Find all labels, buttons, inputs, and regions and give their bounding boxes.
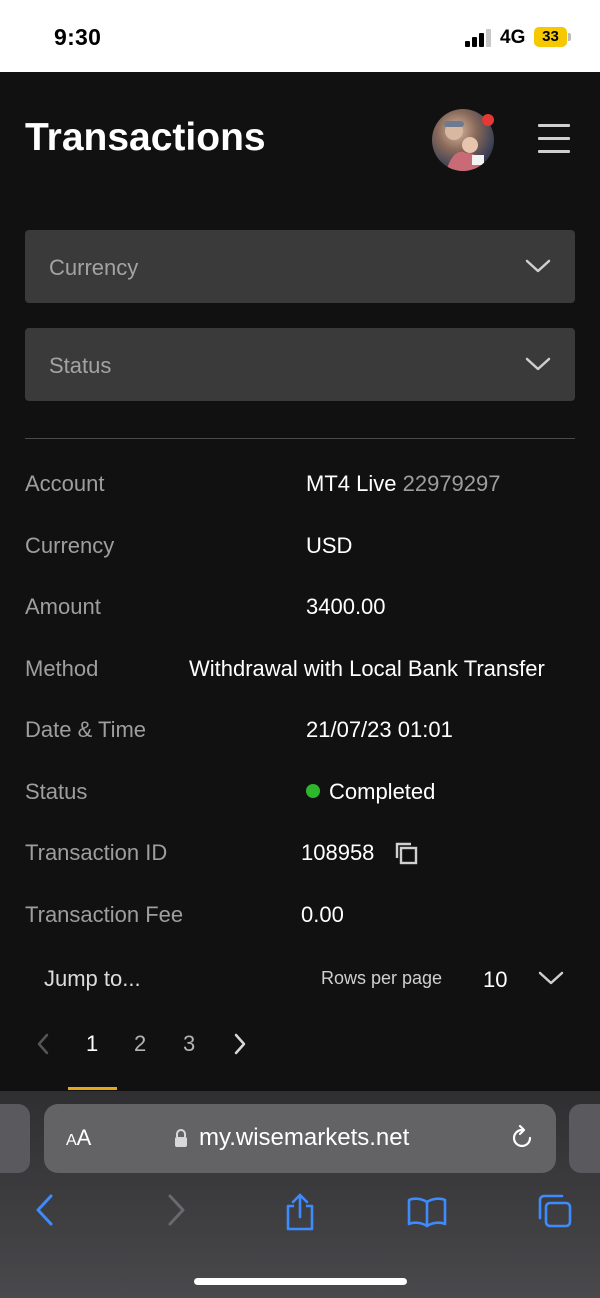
amount-value: 3400.00 bbox=[306, 594, 386, 619]
account-value: MT4 Live 22979297 bbox=[306, 471, 501, 497]
datetime-label: Date & Time bbox=[25, 717, 147, 742]
status-value: Completed bbox=[306, 779, 435, 805]
chevron-down-icon[interactable] bbox=[538, 970, 564, 986]
share-icon[interactable] bbox=[284, 1193, 316, 1231]
currency-value: USD bbox=[306, 533, 353, 558]
copy-icon[interactable] bbox=[394, 841, 418, 865]
fee-value: 0.00 bbox=[301, 902, 344, 927]
account-label: Account bbox=[25, 471, 105, 496]
chevron-down-icon bbox=[525, 357, 551, 371]
home-indicator bbox=[194, 1278, 407, 1285]
bookmarks-icon[interactable] bbox=[407, 1196, 447, 1228]
tabs-icon[interactable] bbox=[535, 1193, 573, 1229]
network-type: 4G bbox=[500, 27, 526, 48]
reload-icon[interactable] bbox=[509, 1125, 535, 1151]
status-bar: 9:30 4G 33 bbox=[0, 0, 600, 72]
back-icon[interactable] bbox=[34, 1193, 56, 1227]
divider bbox=[25, 438, 575, 439]
jump-to-button[interactable]: Jump to... bbox=[44, 966, 141, 992]
cellular-signal-icon bbox=[465, 29, 491, 47]
battery-tip bbox=[568, 33, 571, 41]
page-2[interactable]: 2 bbox=[134, 1031, 146, 1057]
account-number: 22979297 bbox=[402, 471, 501, 496]
rows-per-page-select[interactable]: 10 bbox=[483, 967, 507, 993]
fee-label: Transaction Fee bbox=[25, 902, 184, 927]
currency-select-placeholder: Currency bbox=[49, 255, 139, 280]
previous-tab-preview[interactable] bbox=[0, 1104, 30, 1173]
transaction-id-label: Transaction ID bbox=[25, 840, 168, 865]
rows-per-page-label: Rows per page bbox=[321, 968, 443, 988]
status-text: Completed bbox=[329, 779, 436, 804]
previous-page-icon[interactable] bbox=[36, 1033, 50, 1055]
method-value: Withdrawal with Local Bank Transfer bbox=[189, 656, 545, 681]
transaction-id-value: 108958 bbox=[301, 840, 375, 865]
status-label: Status bbox=[25, 779, 88, 804]
notification-dot bbox=[482, 114, 494, 126]
page-3[interactable]: 3 bbox=[183, 1031, 195, 1057]
text-size-button[interactable]: AA bbox=[66, 1125, 91, 1151]
status-time: 9:30 bbox=[54, 24, 102, 50]
lock-icon bbox=[175, 1129, 187, 1147]
datetime-value: 21/07/23 01:01 bbox=[306, 717, 453, 742]
status-indicator bbox=[306, 784, 320, 798]
hamburger-menu-icon[interactable] bbox=[538, 124, 570, 156]
next-page-icon[interactable] bbox=[233, 1033, 247, 1055]
chevron-down-icon bbox=[525, 259, 551, 273]
method-label: Method bbox=[25, 656, 99, 681]
account-type: MT4 Live bbox=[306, 471, 397, 496]
battery-icon: 33 bbox=[534, 27, 567, 47]
page-title: Transactions bbox=[25, 116, 266, 159]
currency-label: Currency bbox=[25, 533, 115, 558]
forward-icon[interactable] bbox=[165, 1193, 187, 1227]
status-select[interactable]: Status bbox=[25, 328, 575, 401]
active-page-underline bbox=[68, 1087, 117, 1090]
status-select-placeholder: Status bbox=[49, 353, 112, 378]
next-tab-preview[interactable] bbox=[569, 1104, 600, 1173]
page-1[interactable]: 1 bbox=[86, 1031, 98, 1057]
amount-label: Amount bbox=[25, 594, 101, 619]
url-text[interactable]: my.wisemarkets.net bbox=[199, 1124, 409, 1152]
currency-select[interactable]: Currency bbox=[25, 230, 575, 303]
